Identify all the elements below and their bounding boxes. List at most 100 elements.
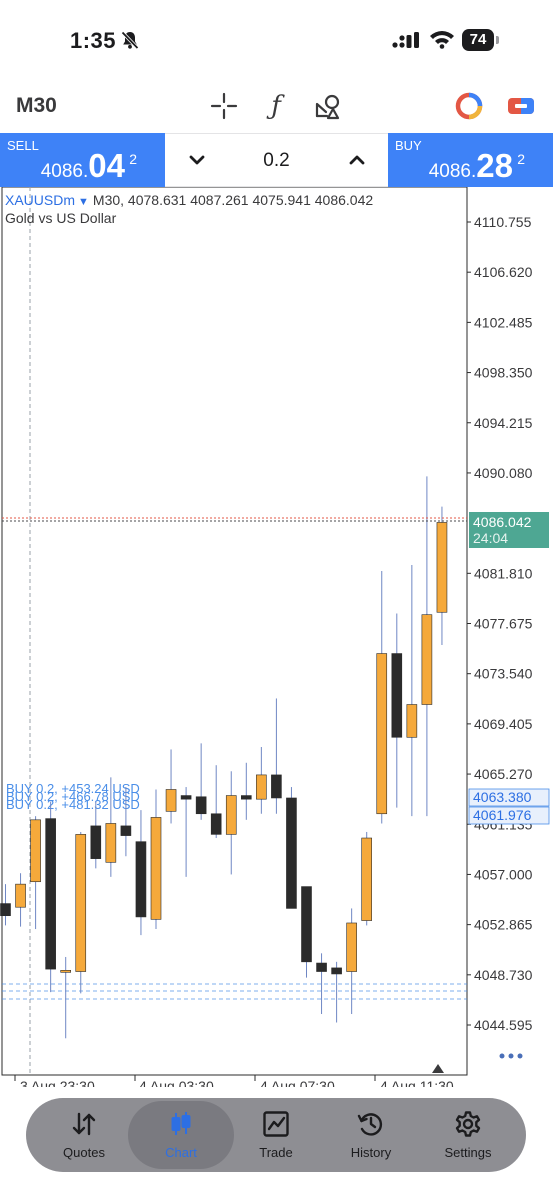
candle-bear	[271, 774, 282, 799]
chart-toolbar: M30 ƒ	[0, 80, 553, 132]
candle-bull	[361, 837, 373, 921]
wifi-icon	[429, 29, 455, 54]
y-tick-label: 4048.730	[474, 967, 533, 983]
y-tick-label: 4077.675	[474, 616, 533, 632]
status-time: 1:35	[70, 28, 117, 53]
tab-quotes-label: Quotes	[63, 1145, 105, 1160]
settings-gear-icon	[454, 1110, 482, 1138]
candle-bear	[120, 825, 132, 836]
candle-bull	[376, 653, 388, 815]
objects-icon[interactable]	[312, 90, 344, 122]
timeframe-selector[interactable]: M30	[16, 94, 57, 118]
trade-chart-icon	[262, 1110, 290, 1138]
position-price-label: 4063.380	[473, 789, 532, 805]
x-tick-label: 4 Aug 11:30	[380, 1078, 454, 1087]
candle-bear	[316, 962, 327, 972]
status-bar: 1:35 74	[0, 0, 553, 80]
tab-quotes[interactable]: Quotes	[36, 1098, 132, 1172]
candle-bear	[195, 796, 207, 815]
chart-shift-marker-icon	[432, 1064, 444, 1073]
candle-bull	[15, 883, 26, 908]
candle-bull	[256, 774, 267, 800]
ohlc-separator: ,	[120, 192, 128, 208]
y-tick-label: 4081.810	[474, 565, 533, 581]
ohlc-values: 4078.631 4087.261 4075.941 4086.042	[127, 192, 374, 208]
y-tick-label: 4044.595	[474, 1017, 533, 1033]
one-click-trading-icon[interactable]	[505, 90, 537, 122]
candle-bear	[301, 886, 312, 963]
candle-bull	[406, 704, 418, 738]
x-tick-label: 3 Aug 23:30	[20, 1078, 95, 1087]
candle-bull	[165, 789, 177, 812]
price-chart[interactable]: 4110.755 4106.620 4102.485 4098.350 4094.215…	[0, 187, 553, 1087]
position-label: BUY 0.2, +481.32 USD	[6, 797, 140, 812]
x-tick-label: 4 Aug 07:30	[260, 1078, 335, 1087]
candle-bull	[30, 819, 41, 883]
candle-bull	[421, 614, 433, 705]
candle-bear	[0, 903, 11, 917]
sell-button[interactable]: SELL 4086.04 2	[0, 133, 165, 187]
bar-countdown-label: 24:04	[473, 530, 508, 546]
sell-label: SELL	[7, 138, 39, 153]
y-tick-label: 4094.215	[474, 415, 533, 431]
battery-tip	[496, 36, 499, 44]
buy-button[interactable]: BUY 4086.28 2	[388, 133, 553, 187]
buy-price: 4086.28 2	[428, 147, 525, 184]
symbol-dropdown-icon[interactable]: ▼	[78, 196, 89, 208]
candlestick-chart[interactable]: 4110.755 4106.620 4102.485 4098.350 4094.215…	[0, 187, 553, 1087]
tab-history[interactable]: History	[323, 1098, 419, 1172]
y-tick-label: 4065.270	[474, 766, 533, 782]
symbol-name[interactable]: XAUUSDm	[5, 192, 75, 208]
buy-label: BUY	[395, 138, 422, 153]
candle-bear	[391, 653, 403, 738]
tab-trade-label: Trade	[259, 1145, 293, 1160]
tab-chart[interactable]: Chart	[133, 1098, 229, 1172]
crosshair-icon[interactable]	[208, 90, 240, 122]
y-tick-label: 4069.405	[474, 716, 533, 732]
x-tick-label: 4 Aug 03:30	[139, 1078, 214, 1087]
indicators-icon[interactable]: ƒ	[260, 90, 292, 122]
candle-bear	[241, 795, 252, 800]
y-tick-label: 4090.080	[474, 465, 533, 481]
candle-bear	[90, 825, 102, 859]
chart-timeframe: M30	[92, 192, 121, 208]
current-price-label: 4086.042	[473, 514, 532, 530]
candle-bear	[210, 813, 222, 835]
candle-bull	[225, 795, 237, 835]
y-tick-label: 4102.485	[474, 314, 533, 330]
chart-symbol-header: XAUUSDm ▼ M30, 4078.631 4087.261 4075.941 …	[5, 192, 373, 208]
y-tick-label: 4110.755	[474, 214, 532, 230]
quotes-arrows-icon	[70, 1110, 98, 1138]
sell-price: 4086.04 2	[40, 147, 137, 184]
candle-bear	[180, 795, 192, 800]
candle-bull	[60, 970, 72, 973]
y-tick-label: 4098.350	[474, 365, 533, 381]
tab-history-label: History	[350, 1145, 392, 1160]
more-options-icon[interactable]	[499, 1047, 523, 1065]
candle-bear	[45, 818, 56, 970]
bell-muted-icon	[120, 30, 140, 55]
volume-control: 0.2	[165, 133, 388, 187]
tab-settings-label: Settings	[444, 1145, 492, 1160]
candle-bull	[75, 834, 87, 972]
volume-increase-chevron-up-icon[interactable]	[345, 148, 369, 172]
y-tick-label: 4106.620	[474, 264, 533, 280]
history-clock-icon	[357, 1110, 385, 1138]
candle-bull	[150, 817, 162, 920]
candle-bear	[331, 967, 342, 975]
tab-trade[interactable]: Trade	[228, 1098, 324, 1172]
symbol-description: Gold vs US Dollar	[5, 210, 117, 226]
candle-bear	[135, 841, 147, 918]
candle-bull	[105, 823, 117, 863]
tab-chart-label: Chart	[165, 1145, 197, 1160]
cellular-signal-icon	[392, 32, 422, 55]
chart-candles-icon	[167, 1110, 195, 1138]
battery-level: 74	[462, 29, 494, 51]
y-tick-label: 4057.000	[474, 866, 533, 882]
y-tick-label: 4052.865	[474, 917, 533, 933]
tab-settings[interactable]: Settings	[420, 1098, 516, 1172]
mt-account-icon[interactable]	[453, 90, 485, 122]
y-tick-label: 4073.540	[474, 666, 533, 682]
candle-bull	[436, 522, 448, 613]
candle-bull	[346, 922, 357, 972]
